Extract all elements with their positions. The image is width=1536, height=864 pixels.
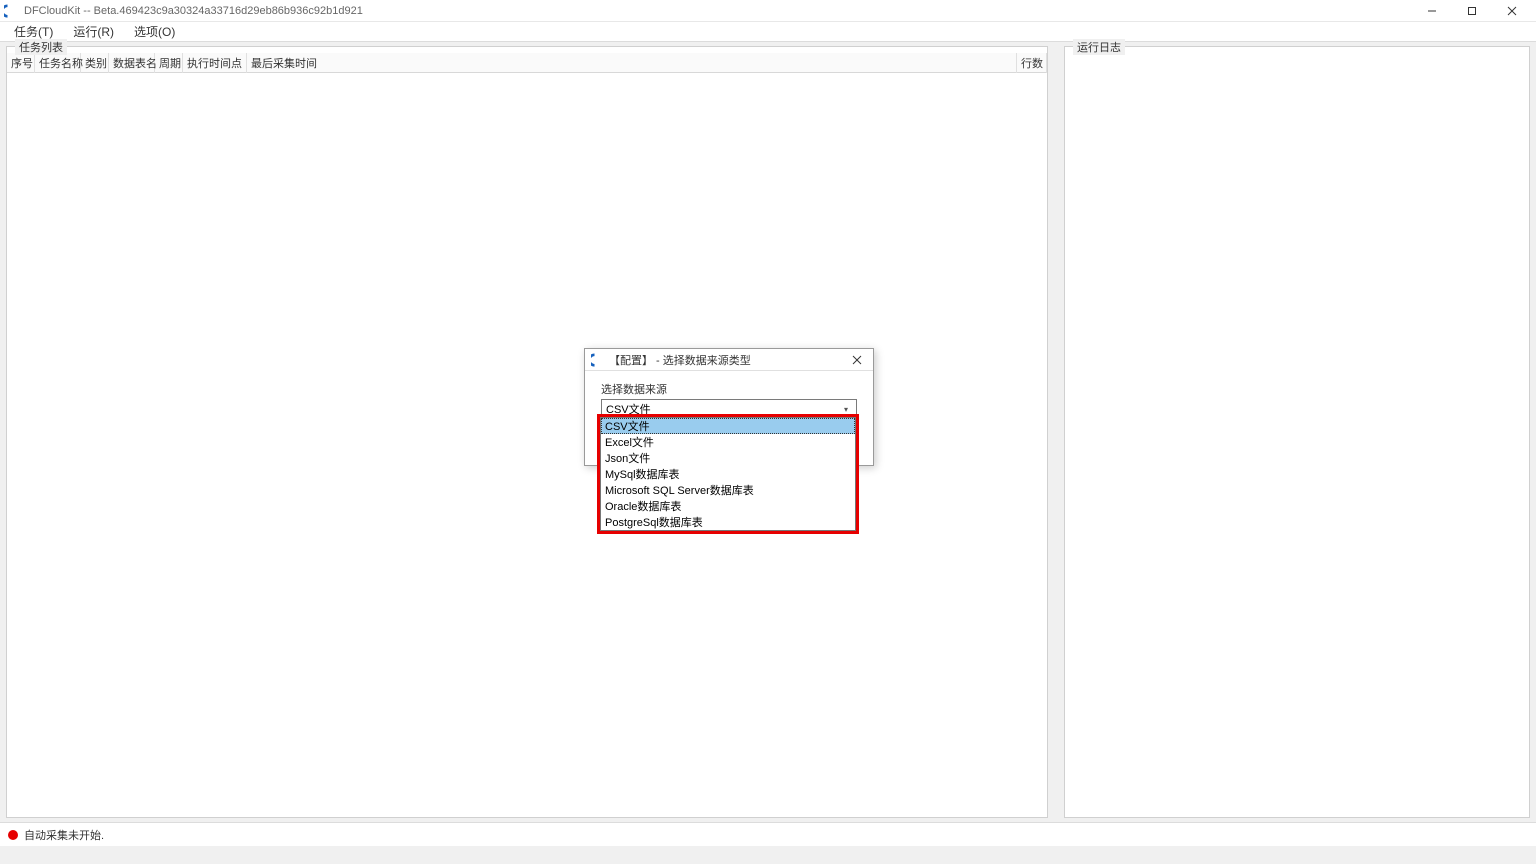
app-icon	[4, 4, 18, 18]
column-rows[interactable]: 行数	[1017, 53, 1047, 73]
datasource-dropdown-list[interactable]: CSV文件 Excel文件 Json文件 MySql数据库表 Microsoft…	[600, 417, 856, 531]
column-table-name[interactable]: 数据表名	[109, 53, 155, 73]
task-table-header: 序号 任务名称 类别 数据表名 周期 执行时间点 最后采集时间 行数	[7, 53, 1047, 73]
window-controls	[1412, 0, 1532, 22]
task-list-panel-title: 任务列表	[15, 39, 67, 55]
datasource-label: 选择数据来源	[601, 381, 857, 397]
close-button[interactable]	[1492, 0, 1532, 22]
dropdown-option[interactable]: Oracle数据库表	[601, 498, 855, 514]
run-log-panel-title: 运行日志	[1073, 39, 1125, 55]
column-exec-time[interactable]: 执行时间点	[183, 53, 247, 73]
menu-options[interactable]: 选项(O)	[124, 21, 185, 42]
task-list-panel: 任务列表 序号 任务名称 类别 数据表名 周期 执行时间点 最后采集时间 行数	[6, 46, 1048, 818]
dropdown-option[interactable]: CSV文件	[601, 418, 855, 434]
task-table-body[interactable]	[7, 73, 1047, 817]
column-seq[interactable]: 序号	[7, 53, 35, 73]
dropdown-option[interactable]: Json文件	[601, 450, 855, 466]
status-indicator-icon	[8, 830, 18, 840]
column-last-collect[interactable]: 最后采集时间	[247, 53, 1017, 73]
dropdown-option[interactable]: Excel文件	[601, 434, 855, 450]
dropdown-option[interactable]: Microsoft SQL Server数据库表	[601, 482, 855, 498]
maximize-button[interactable]	[1452, 0, 1492, 22]
dialog-icon	[591, 353, 605, 367]
dropdown-option[interactable]: PostgreSql数据库表	[601, 514, 855, 530]
menubar: 任务(T) 运行(R) 选项(O)	[0, 22, 1536, 42]
status-text: 自动采集未开始.	[24, 827, 104, 843]
column-task-name[interactable]: 任务名称	[35, 53, 81, 73]
dialog-title: 【配置】 - 选择数据来源类型	[609, 352, 751, 368]
column-category[interactable]: 类别	[81, 53, 109, 73]
menu-run[interactable]: 运行(R)	[63, 21, 124, 42]
dropdown-option[interactable]: MySql数据库表	[601, 466, 855, 482]
window-titlebar: DFCloudKit -- Beta.469423c9a30324a33716d…	[0, 0, 1536, 22]
dialog-close-button[interactable]	[843, 350, 871, 370]
minimize-button[interactable]	[1412, 0, 1452, 22]
dialog-titlebar[interactable]: 【配置】 - 选择数据来源类型	[585, 349, 873, 371]
window-title: DFCloudKit -- Beta.469423c9a30324a33716d…	[24, 5, 363, 17]
dropdown-highlight-box: CSV文件 Excel文件 Json文件 MySql数据库表 Microsoft…	[597, 414, 859, 534]
run-log-panel: 运行日志	[1064, 46, 1530, 818]
column-cycle[interactable]: 周期	[155, 53, 183, 73]
statusbar: 自动采集未开始.	[0, 822, 1536, 846]
